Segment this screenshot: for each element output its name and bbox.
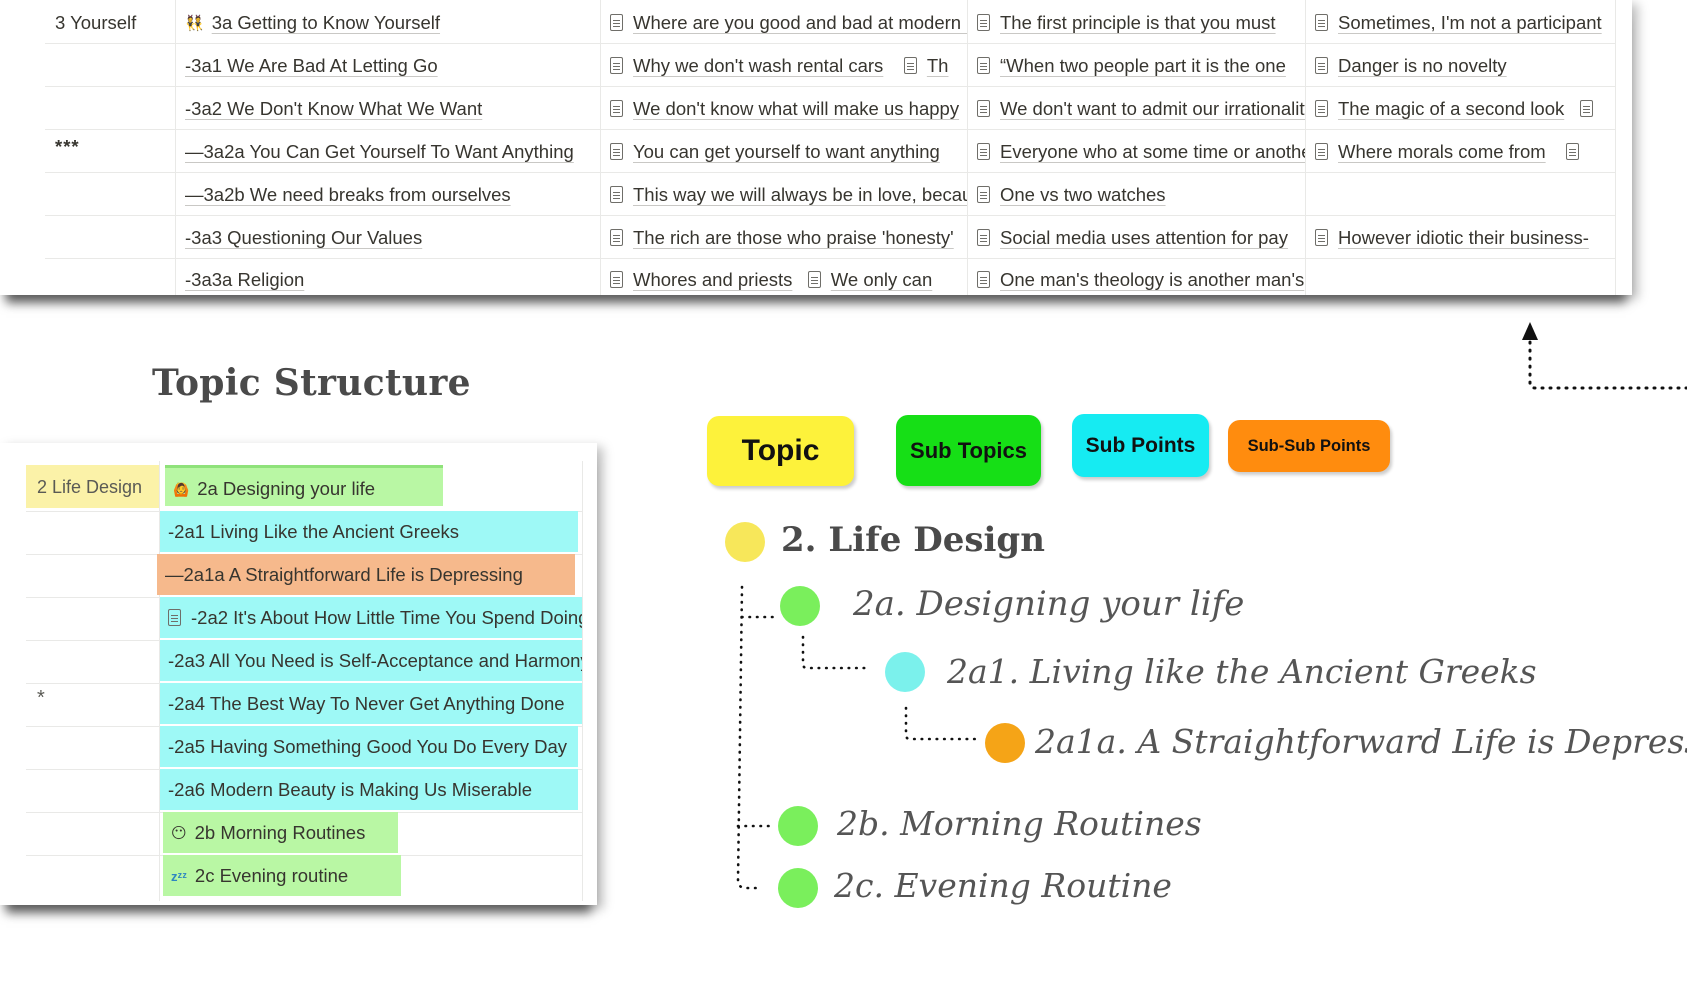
sub-point-node-dot <box>885 652 925 692</box>
tree-node-2b: 2b. Morning Routines <box>837 804 1202 843</box>
tree-node-2a1: 2a1. Living like the Ancient Greeks <box>947 652 1537 691</box>
sub-topic-node-dot <box>778 868 818 908</box>
root-node-dot <box>725 522 765 562</box>
sub-topic-node-dot <box>780 586 820 626</box>
sub-topic-node-dot <box>778 806 818 846</box>
tree-node-2c: 2c. Evening Routine <box>834 866 1172 905</box>
sub-sub-point-node-dot <box>985 723 1025 763</box>
tree-node-2a: 2a. Designing your life <box>853 584 1245 624</box>
tree-root-label: 2. Life Design <box>781 520 1045 560</box>
tree-node-2a1a: 2a1a. A Straightforward Life is Depressi… <box>1035 722 1687 761</box>
